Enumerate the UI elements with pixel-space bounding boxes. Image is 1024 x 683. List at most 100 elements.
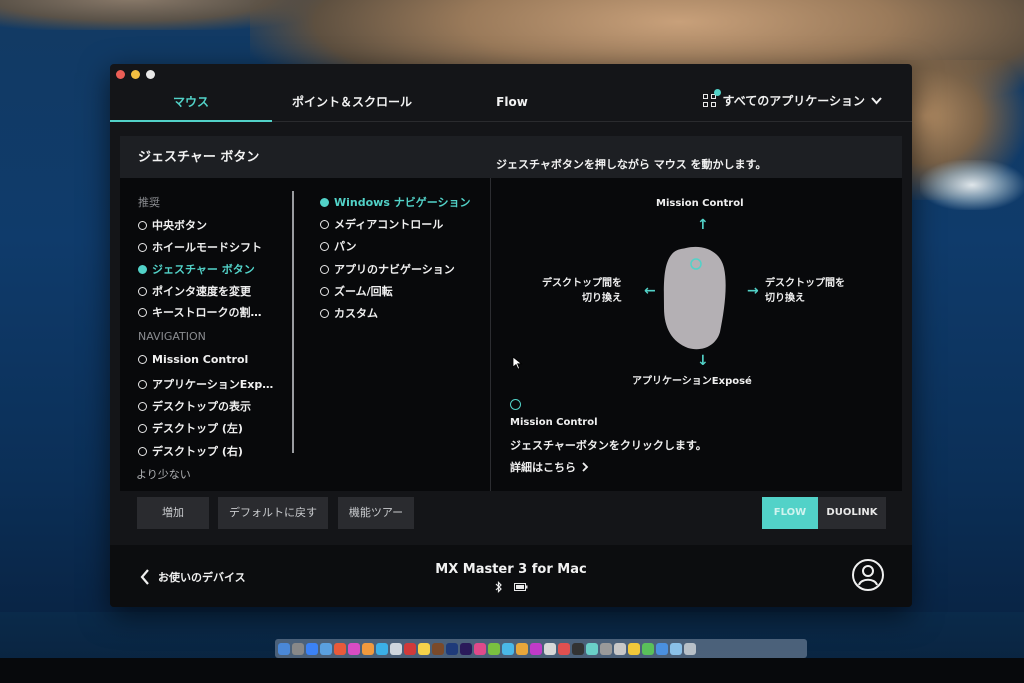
option-wheel-mode-shift[interactable]: ホイールモードシフト (138, 239, 262, 255)
option-label: デスクトップの表示 (152, 400, 251, 413)
option-label: ホイールモードシフト (152, 241, 262, 254)
maps-icon[interactable] (488, 642, 500, 655)
stickies-icon[interactable] (628, 642, 640, 655)
battery-icon (514, 583, 528, 591)
arrow-right-icon: → (747, 283, 759, 299)
device-name: MX Master 3 for Mac (435, 562, 587, 577)
option-label: Mission Control (152, 353, 249, 366)
gesture-up-label: Mission Control (656, 198, 744, 209)
finder-icon[interactable] (278, 642, 290, 655)
user-icon (858, 565, 878, 586)
appstore-icon[interactable] (502, 642, 514, 655)
podcasts-icon[interactable] (530, 642, 542, 655)
macos-dock (275, 639, 807, 658)
system-preferences-icon[interactable] (600, 642, 612, 655)
minimize-button[interactable] (131, 70, 140, 79)
photos-icon[interactable] (348, 642, 360, 655)
gesture-left-label: デスクトップ間を 切り換え (542, 276, 622, 306)
radio-icon (138, 446, 147, 456)
contacts-icon[interactable] (390, 642, 402, 655)
option-keystroke[interactable]: キーストロークの割… (138, 304, 261, 320)
downloads-icon[interactable] (670, 642, 682, 655)
calendar-icon[interactable] (404, 642, 416, 655)
weather-icon[interactable] (656, 642, 668, 655)
gesture-right-line1: デスクトップ間を (765, 278, 845, 289)
itunes-icon[interactable] (474, 642, 486, 655)
click-indicator-icon (510, 399, 521, 410)
option-label: デスクトップ (左) (152, 422, 243, 435)
chrome-icon[interactable] (334, 642, 346, 655)
calculator-icon[interactable] (614, 642, 626, 655)
option-pan[interactable]: パン (320, 238, 357, 254)
option-middle-button[interactable]: 中央ボタン (138, 217, 207, 233)
tab-point-scroll[interactable]: ポイント＆スクロール (272, 88, 432, 122)
bluetooth-icon (495, 581, 502, 593)
option-app-navigation[interactable]: アプリのナビゲーション (320, 261, 455, 277)
option-app-expose[interactable]: アプリケーションExp… (138, 376, 273, 392)
app-selector[interactable]: すべてのアプリケーション (702, 88, 882, 109)
gesture-down-label: アプリケーションExposé (632, 376, 752, 387)
launchpad-icon[interactable] (292, 642, 304, 655)
close-button[interactable] (116, 70, 125, 79)
flow-toggle-button[interactable]: FLOW (762, 497, 818, 529)
feature-tour-button[interactable]: 機能ツアー (338, 497, 414, 529)
radio-icon (320, 219, 329, 229)
mouse-illustration (663, 246, 726, 350)
radio-icon (138, 379, 147, 389)
restore-defaults-button[interactable]: デフォルトに戻す (218, 497, 328, 529)
photoshop-icon[interactable] (446, 642, 458, 655)
zoom-button[interactable] (146, 70, 155, 79)
option-show-desktop[interactable]: デスクトップの表示 (138, 398, 251, 414)
duolink-toggle-button[interactable]: DUOLINK (818, 497, 886, 529)
notes-icon[interactable] (418, 642, 430, 655)
mail-icon[interactable] (320, 642, 332, 655)
arrow-up-icon: ↑ (697, 217, 709, 233)
radio-icon (138, 307, 147, 317)
radio-icon (320, 286, 329, 296)
active-tab-indicator (110, 120, 272, 122)
panel-divider (490, 178, 491, 491)
terminal-icon[interactable] (572, 642, 584, 655)
illustrator-icon[interactable] (432, 642, 444, 655)
chevron-down-icon (871, 96, 882, 104)
safari-icon[interactable] (306, 642, 318, 655)
option-custom[interactable]: カスタム (320, 305, 378, 321)
tab-flow[interactable]: Flow (450, 88, 574, 122)
news-icon[interactable] (558, 642, 570, 655)
option-zoom-rotate[interactable]: ズーム/回転 (320, 283, 393, 299)
radio-icon (138, 355, 147, 364)
section-navigation: NAVIGATION (138, 330, 206, 343)
radio-icon (320, 264, 329, 274)
device-footer: お使いのデバイス MX Master 3 for Mac (110, 545, 912, 607)
option-media-control[interactable]: メディアコントロール (320, 216, 443, 232)
radio-icon (320, 308, 329, 318)
option-label: 中央ボタン (152, 219, 207, 232)
desk-shelf (0, 658, 1024, 683)
option-gesture-button[interactable]: ジェスチャー ボタン (138, 261, 255, 277)
learn-more-link[interactable]: 詳細はこちら (510, 459, 589, 475)
account-button[interactable] (852, 559, 884, 591)
show-less-link[interactable]: より少ない (136, 466, 191, 482)
option-mission-control[interactable]: Mission Control (138, 353, 248, 366)
option-desktop-left[interactable]: デスクトップ (左) (138, 420, 243, 436)
wallpaper-surf (920, 160, 1024, 210)
logi-options-icon[interactable] (586, 642, 598, 655)
learn-more-label: 詳細はこちら (510, 461, 576, 474)
add-button[interactable]: 増加 (137, 497, 209, 529)
facetime-icon[interactable] (642, 642, 654, 655)
option-windows-navigation[interactable]: Windows ナビゲーション (320, 194, 471, 210)
messages-icon[interactable] (376, 642, 388, 655)
books-icon[interactable] (516, 642, 528, 655)
panel-description: ジェスチャボタンを押しながら マウス を動かします。 (496, 158, 767, 171)
firefox-icon[interactable] (362, 642, 374, 655)
preview-icon[interactable] (544, 642, 556, 655)
option-label: デスクトップ (右) (152, 445, 243, 458)
premiere-icon[interactable] (460, 642, 472, 655)
option-pointer-speed[interactable]: ポインタ速度を変更 (138, 283, 251, 299)
trash-icon[interactable] (684, 642, 696, 655)
tab-mouse[interactable]: マウス (110, 88, 272, 122)
radio-selected-icon (138, 264, 147, 274)
radio-icon (138, 423, 147, 433)
option-desktop-right[interactable]: デスクトップ (右) (138, 443, 243, 459)
option-label: カスタム (334, 307, 378, 320)
